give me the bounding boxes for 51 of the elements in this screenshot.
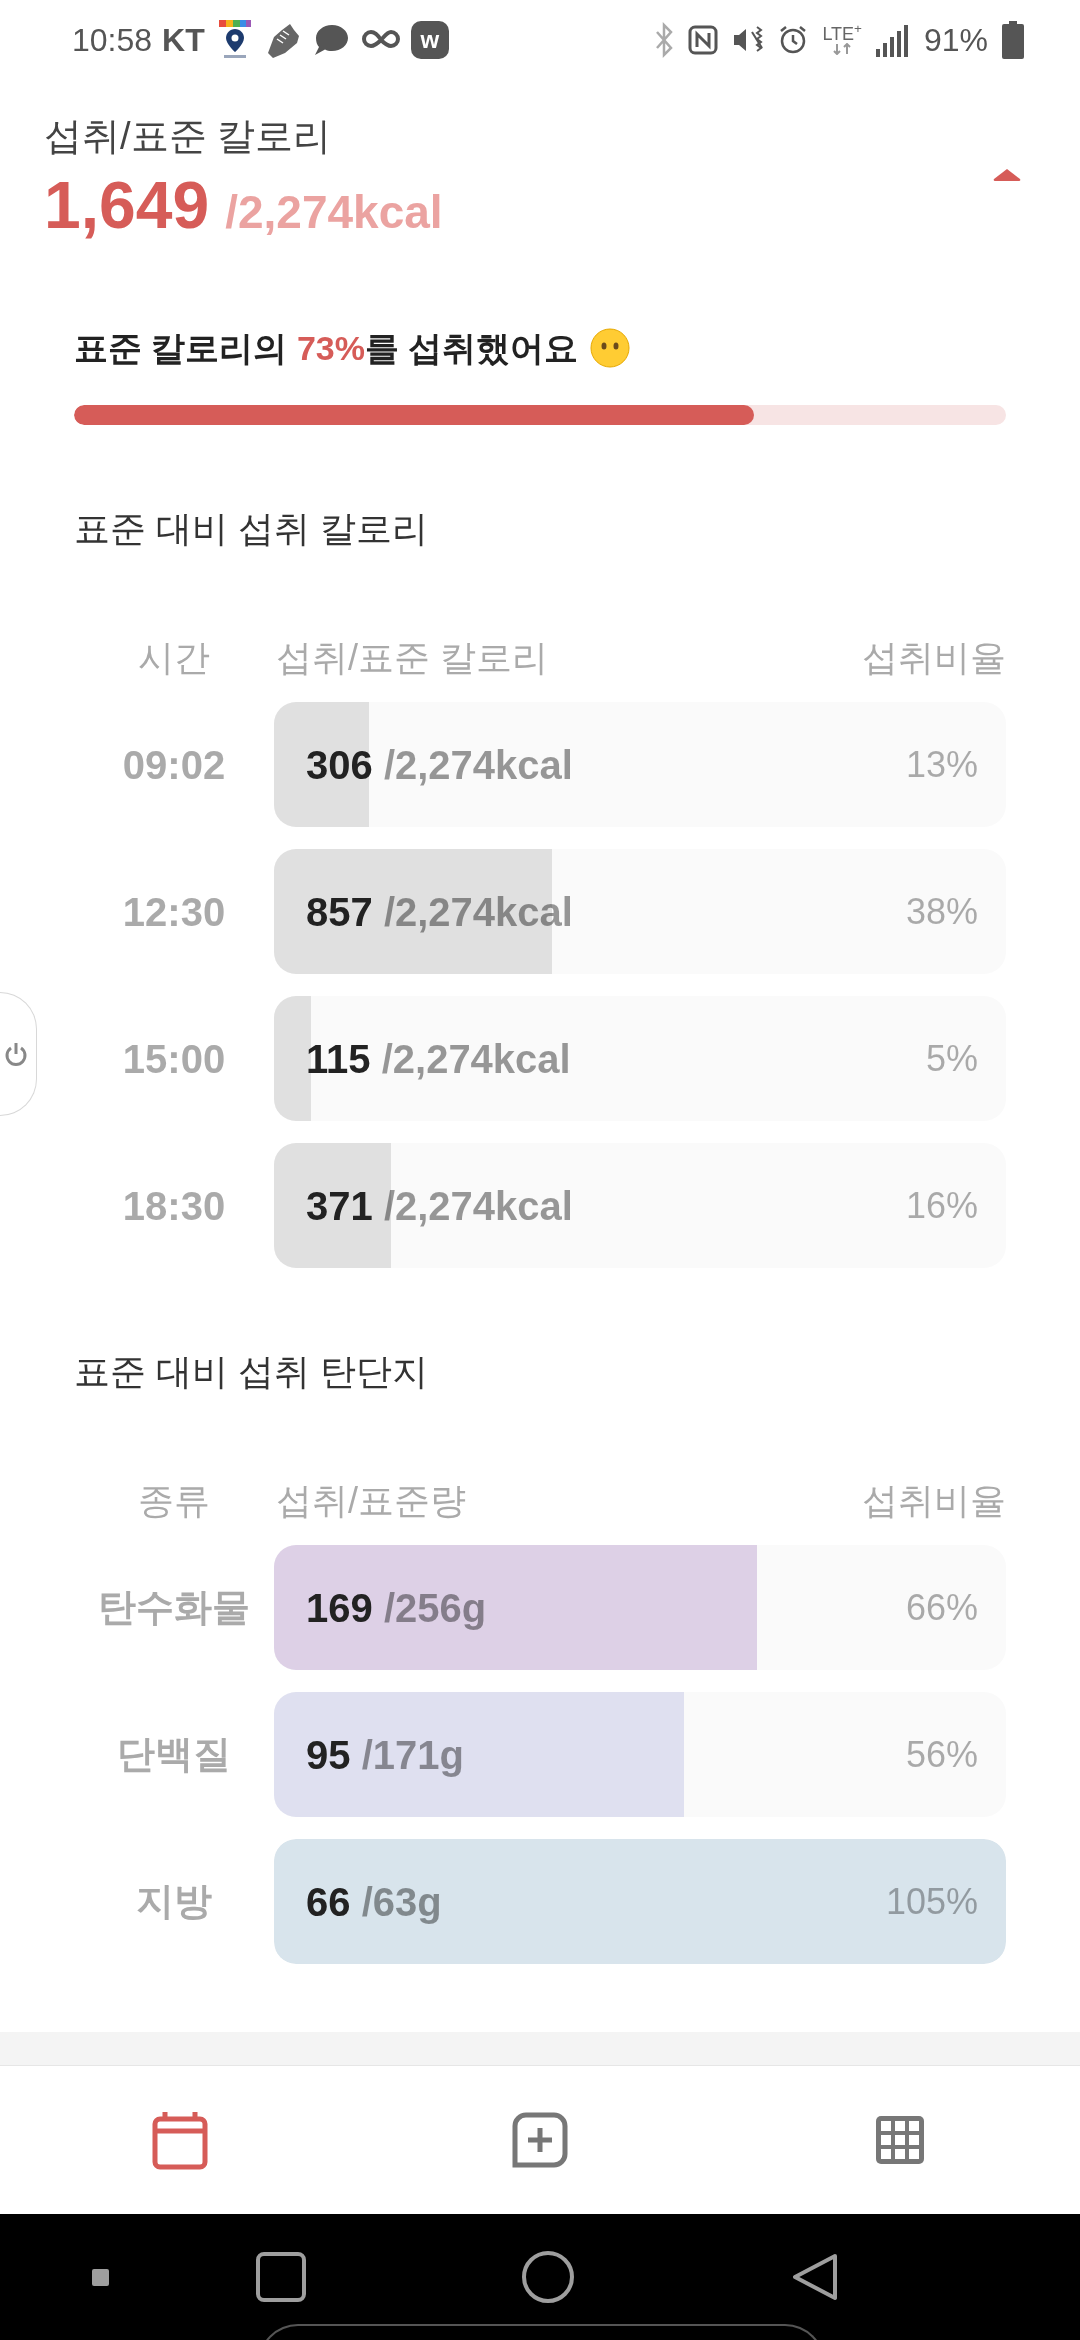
ratio-text: 66% bbox=[905, 1585, 978, 1630]
face-emoji-icon bbox=[590, 328, 631, 368]
grid-icon bbox=[876, 2116, 924, 2164]
column-header: 섭취비율 bbox=[862, 636, 1006, 680]
nfc-icon bbox=[688, 25, 719, 55]
row-label: 탄수화물 bbox=[98, 1585, 250, 1630]
row-label: 12:30 bbox=[122, 888, 226, 936]
carrier-name: KT bbox=[162, 21, 205, 60]
row-label: 09:02 bbox=[122, 741, 226, 789]
intake-amount: 95 /171g bbox=[306, 1731, 464, 1779]
power-icon bbox=[3, 1041, 29, 1067]
row-label: 18:30 bbox=[122, 1182, 226, 1230]
section-title: 표준 대비 섭취 탄단지 bbox=[74, 1350, 428, 1394]
ratio-text: 13% bbox=[905, 742, 978, 787]
intake-amount: 857 /2,274kcal bbox=[306, 888, 573, 936]
row-label: 지방 bbox=[136, 1879, 212, 1924]
intake-amount: 115 /2,274kcal bbox=[306, 1035, 571, 1083]
column-header: 섭취비율 bbox=[862, 1479, 1006, 1523]
ratio-text: 16% bbox=[905, 1183, 978, 1228]
calendar-icon bbox=[152, 2110, 208, 2170]
column-header: 섭취/표준 칼로리 bbox=[275, 636, 548, 680]
column-header: 종류 bbox=[138, 1479, 210, 1523]
network-type-text: LTE$^{+}$ bbox=[822, 25, 862, 43]
ratio-text: 5% bbox=[925, 1036, 978, 1081]
caret-up-icon[interactable] bbox=[992, 168, 1022, 182]
bluetooth-icon bbox=[654, 22, 675, 58]
ratio-text: 38% bbox=[905, 889, 978, 934]
status-time: 10:58 bbox=[72, 21, 153, 60]
column-header: 시간 bbox=[138, 636, 210, 680]
back-icon[interactable] bbox=[791, 2252, 839, 2302]
summary-title: 섭취/표준 칼로리 bbox=[44, 114, 332, 159]
app-badge: w bbox=[410, 21, 449, 59]
intake-amount: 306 /2,274kcal bbox=[306, 741, 573, 789]
section-title: 표준 대비 섭취 칼로리 bbox=[74, 507, 428, 551]
ratio-text: 56% bbox=[905, 1732, 978, 1777]
intake-amount: 169 /256g bbox=[306, 1584, 487, 1632]
intake-amount: 66 /63g bbox=[306, 1878, 442, 1926]
signal-icon bbox=[875, 23, 910, 57]
column-header: 섭취/표준량 bbox=[275, 1479, 466, 1523]
recents-icon[interactable] bbox=[255, 2251, 307, 2303]
intake-amount: 371 /2,274kcal bbox=[306, 1182, 573, 1230]
ratio-text: 105% bbox=[885, 1879, 978, 1924]
intake-total: 1,649 bbox=[44, 172, 210, 238]
battery-icon bbox=[1002, 21, 1024, 59]
row-label: 15:00 bbox=[122, 1035, 226, 1083]
row-label: 단백질 bbox=[117, 1732, 231, 1777]
home-icon[interactable] bbox=[521, 2250, 575, 2304]
small-square-icon[interactable] bbox=[92, 2268, 109, 2286]
battery-percent: 91% bbox=[923, 21, 988, 60]
intake-summary-text: 표준 칼로리의 73%를 섭취했어요 bbox=[74, 328, 579, 369]
standard-total: /2,274kcal bbox=[225, 189, 443, 235]
